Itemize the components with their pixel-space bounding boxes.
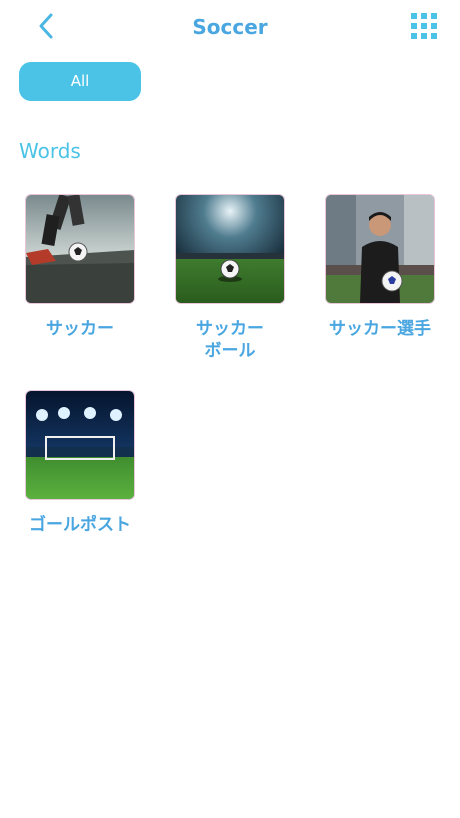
word-label: サッカー ボール: [196, 319, 264, 361]
back-button[interactable]: [30, 11, 64, 45]
section-title-words: Words: [19, 139, 81, 163]
chevron-left-icon: [37, 12, 57, 44]
word-label: サッカー: [46, 319, 114, 339]
soccer-kick-photo: [25, 194, 135, 304]
soccer-ball-stadium-photo: [175, 194, 285, 304]
word-tile[interactable]: サッカー ボール: [157, 194, 303, 362]
word-tile[interactable]: ゴールポスト: [7, 390, 153, 536]
goalpost-stadium-photo: [25, 390, 135, 500]
word-label: ゴールポスト: [29, 515, 131, 535]
word-tile[interactable]: サッカー選手: [307, 194, 453, 340]
word-label: サッカー選手: [329, 319, 431, 339]
soccer-player-photo: [325, 194, 435, 304]
word-tile[interactable]: サッカー: [7, 194, 153, 340]
page-title: Soccer: [192, 15, 268, 39]
header-bar: Soccer: [0, 0, 460, 55]
grid-icon: [411, 13, 437, 43]
grid-menu-button[interactable]: [404, 9, 444, 47]
filter-all-button[interactable]: All: [19, 62, 141, 101]
